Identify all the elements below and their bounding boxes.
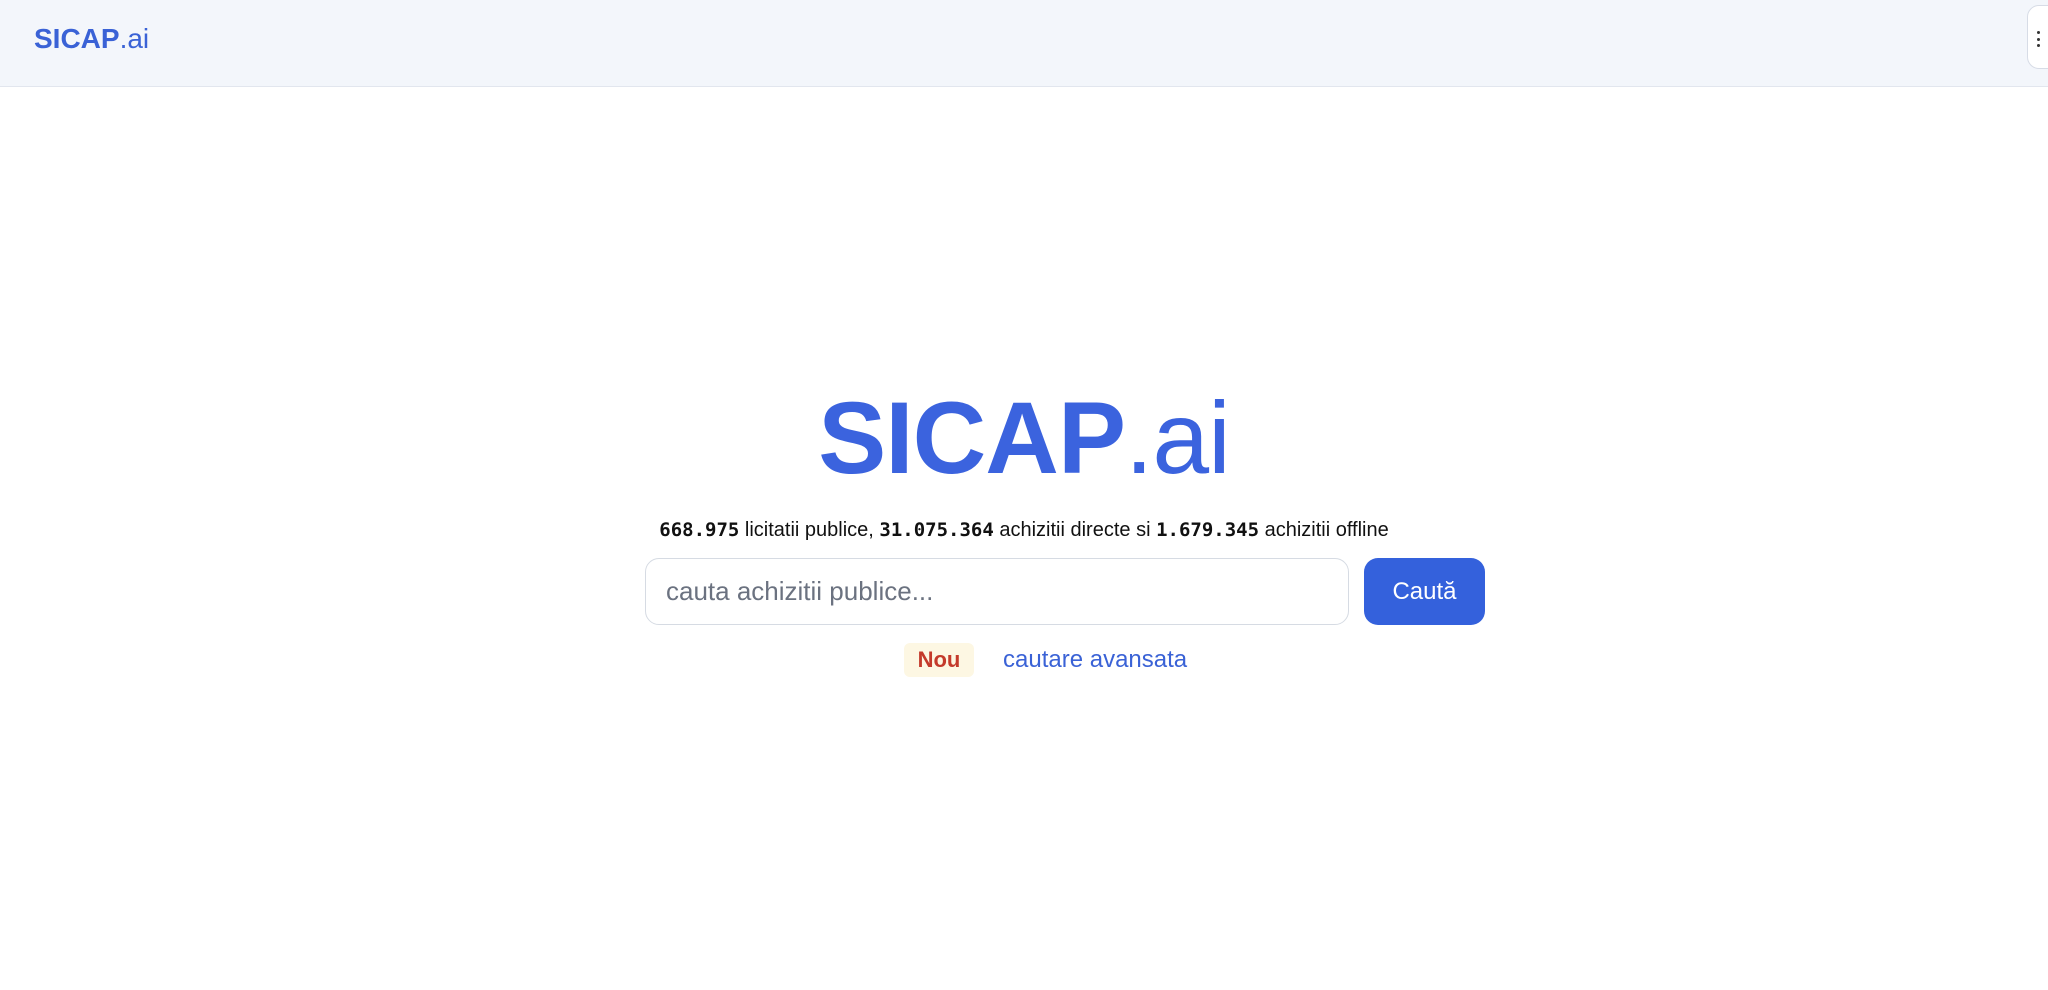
header-logo[interactable]: SICAP.ai: [34, 22, 149, 56]
licitatii-label: licitatii publice,: [739, 519, 880, 541]
hero-logo-light: .ai: [1125, 381, 1231, 495]
licitatii-count: 668.975: [659, 519, 740, 541]
search-button[interactable]: Caută: [1364, 558, 1485, 625]
new-badge: Nou: [904, 643, 974, 677]
menu-button[interactable]: [2027, 5, 2048, 69]
kebab-menu-icon: [2037, 31, 2040, 47]
header-logo-light: .ai: [119, 23, 150, 54]
hero-logo: SICAP.ai: [0, 383, 2048, 493]
offline-label: achizitii offline: [1259, 519, 1389, 541]
offline-count: 1.679.345: [1156, 519, 1260, 541]
directe-label: achizitii directe si: [993, 519, 1157, 541]
search-input[interactable]: [645, 558, 1349, 625]
hero-logo-bold: SICAP: [818, 381, 1126, 495]
stats-line: 668.975 licitatii publice, 31.075.364 ac…: [0, 517, 2048, 543]
advanced-search-link[interactable]: cautare avansata: [1003, 643, 1187, 677]
directe-count: 31.075.364: [879, 519, 994, 541]
header-logo-bold: SICAP: [34, 23, 120, 54]
top-navbar: SICAP.ai: [0, 0, 2048, 87]
